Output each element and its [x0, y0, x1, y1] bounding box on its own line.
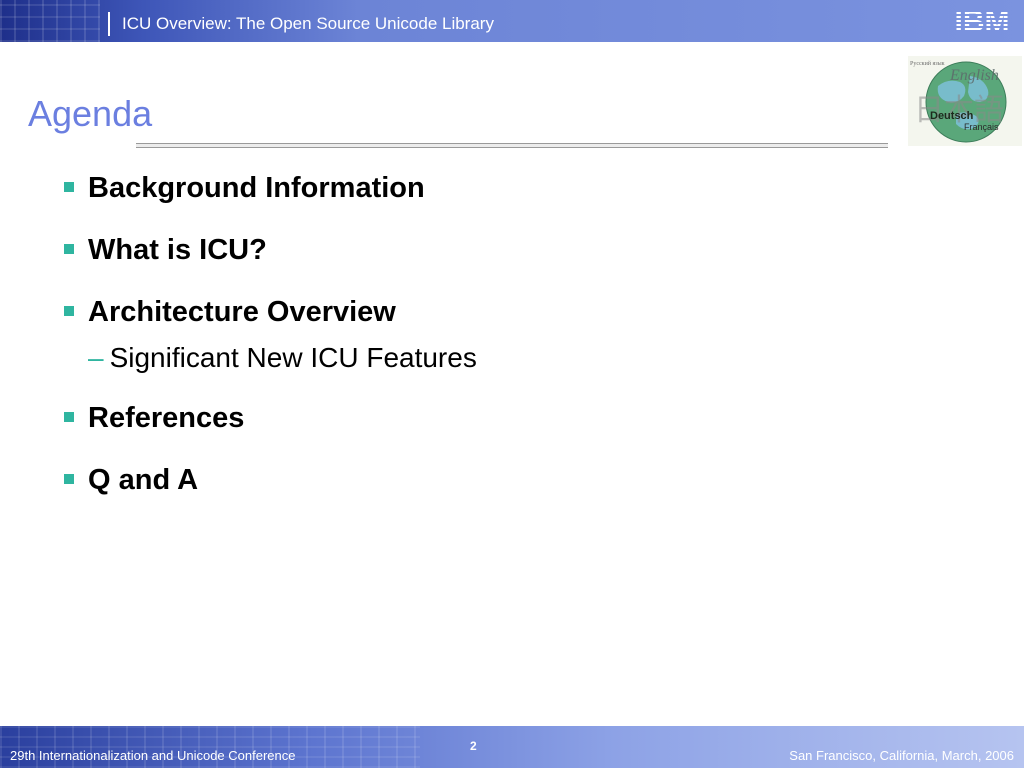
- agenda-item: What is ICU?: [62, 230, 477, 292]
- svg-text:English: English: [949, 67, 999, 84]
- page-number: 2: [470, 739, 477, 753]
- agenda-item-label: Q and A: [88, 464, 199, 496]
- header-pattern: [0, 0, 100, 42]
- header-bar: ICU Overview: The Open Source Unicode Li…: [0, 0, 1024, 42]
- agenda-item: Background Information: [62, 168, 477, 230]
- footer-bar: 29th Internationalization and Unicode Co…: [0, 726, 1024, 768]
- square-bullet-icon: [64, 412, 74, 422]
- conference-name: 29th Internationalization and Unicode Co…: [10, 748, 296, 763]
- agenda-list: Background Information What is ICU? Arch…: [62, 168, 477, 522]
- square-bullet-icon: [64, 474, 74, 484]
- agenda-item: Q and A: [62, 460, 477, 522]
- header-divider: [108, 12, 110, 36]
- agenda-item-label: Background Information: [88, 172, 425, 204]
- slide-title: Agenda: [28, 93, 153, 134]
- square-bullet-icon: [64, 182, 74, 192]
- globe-languages-image: Русский язык English 日本語 Deutsch Françai…: [908, 56, 1022, 146]
- agenda-item-label: References: [88, 402, 245, 434]
- square-bullet-icon: [64, 244, 74, 254]
- square-bullet-icon: [64, 306, 74, 316]
- agenda-item-label: What is ICU?: [88, 234, 267, 266]
- svg-text:IBM: IBM: [955, 5, 1010, 36]
- agenda-item-label: Architecture Overview: [88, 296, 396, 328]
- agenda-item: References: [62, 398, 477, 460]
- svg-text:Français: Français: [964, 122, 999, 132]
- svg-text:Deutsch: Deutsch: [930, 110, 974, 122]
- agenda-subitem: – Significant New ICU Features: [62, 342, 477, 398]
- location-date: San Francisco, California, March, 2006: [789, 748, 1014, 763]
- svg-text:Русский язык: Русский язык: [910, 60, 945, 67]
- ibm-logo: IBM: [955, 5, 1010, 36]
- dash-bullet-icon: –: [88, 342, 104, 373]
- presentation-title: ICU Overview: The Open Source Unicode Li…: [122, 14, 494, 33]
- title-rule: [136, 143, 888, 148]
- agenda-subitem-label: Significant New ICU Features: [109, 342, 477, 373]
